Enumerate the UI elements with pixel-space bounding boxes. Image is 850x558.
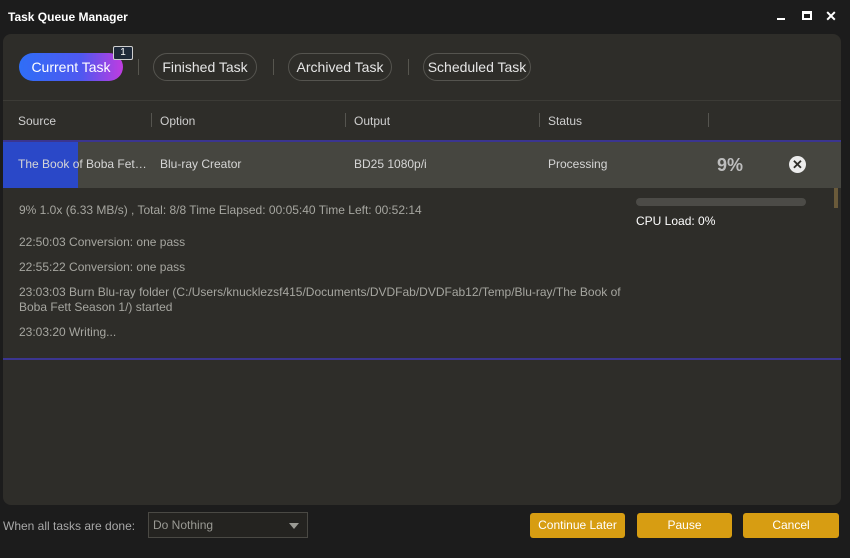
task-source: The Book of Boba Fett Season 1 [18, 157, 150, 171]
remove-task-icon[interactable]: ✕ [789, 156, 806, 173]
title-bar[interactable]: Task Queue Manager ✕ [0, 0, 850, 34]
tab-bar: Current Task 1 Finished Task Archived Ta… [3, 34, 841, 100]
task-percent: 9% [717, 155, 744, 175]
minimize-icon[interactable] [774, 9, 788, 23]
tab-scheduled-task[interactable]: Scheduled Task [423, 53, 531, 81]
tab-archived-task[interactable]: Archived Task [288, 53, 392, 81]
chevron-down-icon [289, 523, 299, 529]
task-count-badge: 1 [113, 46, 133, 60]
completion-action-value: Do Nothing [153, 518, 214, 532]
task-detail-panel[interactable]: 9% 1.0x (6.33 MB/s) , Total: 8/8 Time El… [3, 188, 841, 360]
task-option: Blu-ray Creator [160, 157, 242, 171]
log-line: 23:03:20 Writing... [19, 325, 117, 339]
tab-divider [138, 59, 139, 75]
column-divider [539, 113, 540, 127]
log-line: 23:03:03 Burn Blu-ray folder (C:/Users/k… [19, 285, 621, 314]
column-divider [708, 113, 709, 127]
tab-divider [408, 59, 409, 75]
table-row[interactable]: The Book of Boba Fett Season 1 Blu-ray C… [3, 140, 841, 188]
close-icon[interactable]: ✕ [824, 9, 838, 23]
column-output[interactable]: Output [354, 114, 390, 128]
task-stats: 9% 1.0x (6.33 MB/s) , Total: 8/8 Time El… [19, 203, 422, 217]
completion-action-select[interactable]: Do Nothing [148, 512, 308, 538]
task-status: Processing [548, 157, 608, 171]
continue-later-button[interactable]: Continue Later [530, 513, 625, 538]
column-divider [345, 113, 346, 127]
column-divider [151, 113, 152, 127]
pause-button[interactable]: Pause [637, 513, 732, 538]
log-line: 22:50:03 Conversion: one pass [19, 235, 186, 249]
cpu-load-label: CPU Load: 0% [636, 214, 716, 228]
column-option[interactable]: Option [160, 114, 195, 128]
completion-action-label: When all tasks are done: [3, 519, 136, 533]
main-panel: Current Task 1 Finished Task Archived Ta… [3, 34, 841, 505]
cancel-button[interactable]: Cancel [743, 513, 839, 538]
scrollbar-thumb[interactable] [834, 188, 838, 208]
column-header: Source Option Output Status [3, 100, 841, 140]
task-output: BD25 1080p/i [354, 157, 427, 171]
log-line: 22:55:22 Conversion: one pass [19, 260, 186, 274]
column-status[interactable]: Status [548, 114, 582, 128]
tab-current-task[interactable]: Current Task [19, 53, 123, 81]
tab-finished-task[interactable]: Finished Task [153, 53, 257, 81]
window-title: Task Queue Manager [8, 10, 128, 24]
maximize-icon[interactable] [800, 9, 814, 23]
column-source[interactable]: Source [18, 114, 56, 128]
task-queue-window: Task Queue Manager ✕ Current Task 1 Fini… [0, 0, 850, 558]
tab-divider [273, 59, 274, 75]
cpu-load-bar [636, 198, 806, 206]
